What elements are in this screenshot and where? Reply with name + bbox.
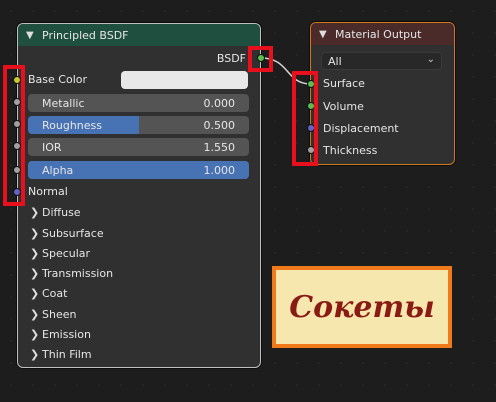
section-emission[interactable]: ❯ Emission [30,328,91,341]
field-label: Alpha [42,163,74,177]
bsdf-output-socket[interactable] [257,54,265,62]
material-output-node[interactable]: ▼ Material Output All ⌄ Surface Volume D… [310,22,455,165]
field-value: 1.000 [203,163,236,177]
section-label: Subsurface [42,227,104,240]
section-thin-film[interactable]: ❯ Thin Film [30,348,92,361]
thickness-label: Thickness [323,144,378,157]
section-label: Diffuse [42,206,81,219]
annotation-label-box: Сокеты [272,266,452,348]
field-value: 0.500 [203,118,236,132]
field-label: Metallic [42,96,85,110]
roughness-socket[interactable] [13,120,21,128]
alpha-socket[interactable] [13,166,21,174]
surface-label: Surface [323,77,365,90]
normal-socket[interactable] [13,188,21,196]
section-label: Sheen [42,308,77,321]
bsdf-output-label: BSDF [216,52,246,65]
base-color-swatch[interactable] [121,71,248,89]
thickness-socket[interactable] [307,146,315,154]
normal-label: Normal [28,185,68,198]
target-value: All [328,54,342,68]
field-value: 1.550 [203,140,236,154]
alpha-field[interactable]: Alpha 1.000 [28,161,249,179]
displacement-label: Displacement [323,122,399,135]
collapse-chevron-icon[interactable]: ▼ [319,29,331,40]
ior-field[interactable]: IOR 1.550 [28,138,249,156]
chevron-right-icon: ❯ [30,287,40,300]
chevron-down-icon: ⌄ [426,54,435,65]
field-label: Roughness [42,118,103,132]
displacement-socket[interactable] [307,124,315,132]
section-label: Thin Film [42,348,92,361]
metallic-field[interactable]: Metallic 0.000 [28,94,249,112]
surface-socket[interactable] [307,80,315,88]
volume-socket[interactable] [307,102,315,110]
chevron-right-icon: ❯ [30,308,40,321]
chevron-right-icon: ❯ [30,206,40,219]
field-label: IOR [42,140,62,154]
output-node-title: Material Output [335,27,422,41]
section-transmission[interactable]: ❯ Transmission [30,267,113,280]
section-coat[interactable]: ❯ Coat [30,287,67,300]
volume-label: Volume [323,100,364,113]
link-curve [260,57,312,85]
section-diffuse[interactable]: ❯ Diffuse [30,206,81,219]
chevron-right-icon: ❯ [30,267,40,280]
section-label: Emission [42,328,91,341]
section-label: Coat [42,287,68,300]
output-node-header[interactable]: ▼ Material Output [311,23,454,45]
section-sheen[interactable]: ❯ Sheen [30,308,76,321]
collapse-chevron-icon[interactable]: ▼ [26,30,38,41]
chevron-right-icon: ❯ [30,227,40,240]
bsdf-node-title: Principled BSDF [42,28,129,42]
section-label: Specular [42,247,91,260]
base-color-socket[interactable] [13,76,21,84]
chevron-right-icon: ❯ [30,348,40,361]
section-subsurface[interactable]: ❯ Subsurface [30,227,104,240]
section-specular[interactable]: ❯ Specular [30,247,90,260]
chevron-right-icon: ❯ [30,328,40,341]
ior-socket[interactable] [13,142,21,150]
bsdf-node-header[interactable]: ▼ Principled BSDF [18,24,260,46]
annotation-text: Сокеты [289,289,435,325]
roughness-field[interactable]: Roughness 0.500 [28,116,249,134]
section-label: Transmission [42,267,114,280]
chevron-right-icon: ❯ [30,247,40,260]
metallic-socket[interactable] [13,98,21,106]
field-value: 0.000 [203,96,236,110]
base-color-label: Base Color [28,73,88,86]
target-dropdown[interactable]: All ⌄ [321,52,442,70]
principled-bsdf-node[interactable]: ▼ Principled BSDF BSDF Base Color Metall… [17,23,261,368]
